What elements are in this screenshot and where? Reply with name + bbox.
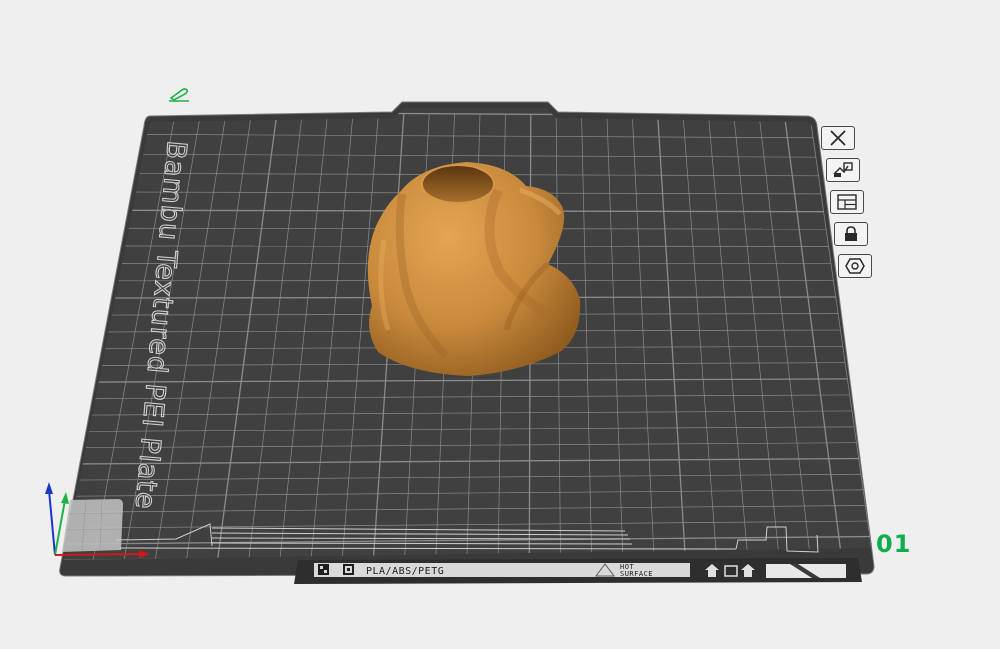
model-vase[interactable] bbox=[367, 162, 581, 376]
filament-types-label: PLA/ABS/PETG bbox=[366, 566, 444, 577]
3d-viewport[interactable]: Bambu Textured PEI Plate PLA/ABS/PETG HO… bbox=[0, 0, 1000, 649]
hexagon-icon bbox=[845, 258, 865, 274]
surface-label: SURFACE bbox=[620, 570, 653, 578]
pencil-icon[interactable] bbox=[168, 86, 192, 102]
auto-arrange-button[interactable] bbox=[826, 158, 860, 182]
plate-toolbar bbox=[818, 124, 888, 284]
build-plate-scene[interactable]: Bambu Textured PEI Plate PLA/ABS/PETG HO… bbox=[0, 0, 1000, 649]
lock-plate-button[interactable] bbox=[834, 222, 868, 246]
remove-plate-button[interactable] bbox=[821, 126, 855, 150]
origin-pad bbox=[62, 499, 123, 552]
layout-icon bbox=[837, 194, 857, 210]
plate-type-button[interactable] bbox=[838, 254, 872, 278]
lock-icon bbox=[845, 226, 857, 241]
plate-number-label[interactable]: 01 bbox=[876, 530, 911, 558]
arrange-icon bbox=[833, 162, 853, 177]
plate-settings-button[interactable] bbox=[830, 190, 864, 214]
close-icon bbox=[830, 130, 846, 146]
